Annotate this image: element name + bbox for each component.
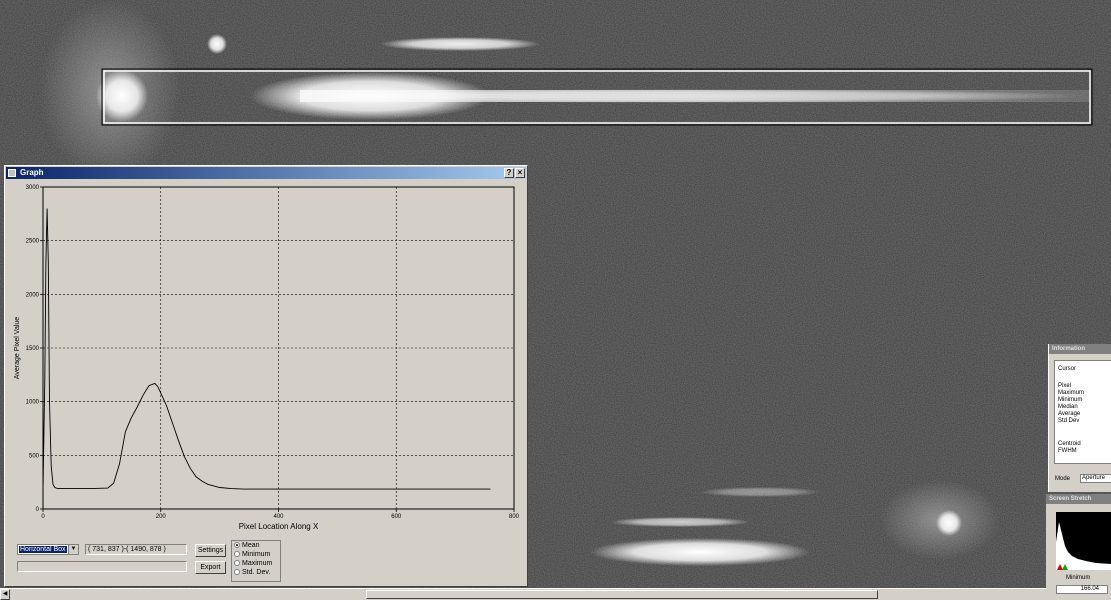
radio-dot — [234, 560, 240, 566]
radio-dot — [234, 569, 240, 575]
chevron-down-icon[interactable]: ▼ — [68, 545, 78, 554]
radio-label: Std. Dev. — [242, 569, 271, 576]
line-chart: 0 200 400 600 800 0 500 1000 1500 2000 2500 3000 Pix… — [14, 185, 520, 531]
y-tick-label: 2500 — [26, 239, 40, 245]
mode-dropdown-value: Horizontal Box — [19, 546, 67, 553]
info-mode-label: Mode — [1055, 476, 1071, 482]
mode-dropdown[interactable]: Horizontal Box ▼ — [17, 544, 79, 555]
graph-controls: Horizontal Box ▼ ( 731, 837 )-( 1490, 87… — [15, 540, 525, 582]
info-label-maximum: Maximum — [1058, 390, 1085, 396]
status-field — [17, 561, 187, 572]
x-tick-label: 600 — [391, 514, 402, 520]
y-axis-label: Average Pixel Value — [14, 317, 21, 379]
info-label-pixel: Pixel — [1058, 383, 1072, 389]
information-box: Cursor Pixel Maximum Minimum Median Aver… — [1054, 360, 1111, 464]
info-label-median: Median — [1058, 404, 1078, 410]
horizontal-scrollbar[interactable]: ◀ — [0, 588, 1046, 600]
scroll-thumb[interactable] — [366, 590, 878, 599]
radio-mean[interactable]: Mean — [234, 542, 260, 550]
information-panel[interactable]: Information Cursor Pixel Maximum Minimum… — [1048, 344, 1111, 492]
info-label-fwhm: FWHM — [1058, 448, 1077, 454]
coords-field: ( 731, 837 )-( 1490, 878 ) — [85, 544, 187, 555]
info-label-cursor: Cursor — [1058, 366, 1077, 372]
radio-minimum[interactable]: Minimum — [234, 551, 270, 559]
window-icon — [8, 169, 16, 177]
statistic-radio-group: Mean Minimum Maximum Std. Dev. — [231, 540, 281, 582]
settings-button[interactable]: Settings — [195, 544, 226, 557]
radio-dot — [234, 551, 240, 557]
radio-label: Maximum — [242, 560, 273, 567]
info-label-centroid: Centroid — [1058, 441, 1081, 447]
help-button[interactable]: ? — [504, 168, 514, 178]
x-tick-label: 800 — [509, 514, 520, 520]
y-tick-label: 0 — [36, 507, 40, 513]
radio-dot — [234, 542, 240, 548]
histogram[interactable] — [1056, 512, 1111, 570]
screen-stretch-panel[interactable]: Screen Stretch Minimum 166.04 — [1046, 494, 1111, 600]
radio-maximum[interactable]: Maximum — [234, 560, 272, 568]
info-label-std-dev: Std Dev — [1058, 418, 1080, 424]
information-title: Information — [1049, 344, 1111, 354]
graph-title: Graph — [20, 168, 44, 177]
scroll-left-icon[interactable]: ◀ — [0, 589, 10, 600]
graph-titlebar[interactable]: Graph ? × — [6, 167, 526, 179]
x-tick-label: 0 — [41, 514, 45, 520]
y-tick-label: 2000 — [26, 292, 40, 298]
graph-window[interactable]: Graph ? × 0 200 400 600 800 0 500 1000 1500 2000 2… — [4, 165, 528, 587]
x-axis-label: Pixel Location Along X — [239, 522, 319, 531]
info-label-minimum: Minimum — [1058, 397, 1083, 403]
radio-std-dev[interactable]: Std. Dev. — [234, 569, 270, 577]
info-mode-dropdown[interactable]: Aperture — [1080, 474, 1111, 483]
x-tick-label: 400 — [273, 514, 284, 520]
x-tick-label: 200 — [156, 514, 167, 520]
close-button[interactable]: × — [515, 168, 525, 178]
export-button[interactable]: Export — [195, 561, 226, 574]
minimum-input[interactable]: 166.04 — [1056, 585, 1108, 594]
y-tick-label: 1500 — [26, 346, 40, 352]
screen-stretch-title: Screen Stretch — [1046, 494, 1111, 504]
radio-label: Minimum — [242, 551, 271, 558]
info-label-average: Average — [1058, 411, 1081, 417]
y-tick-label: 1000 — [26, 400, 40, 406]
y-tick-label: 500 — [29, 453, 40, 459]
y-tick-label: 3000 — [26, 185, 40, 191]
minimum-label: Minimum — [1066, 575, 1091, 581]
radio-label: Mean — [242, 542, 260, 549]
